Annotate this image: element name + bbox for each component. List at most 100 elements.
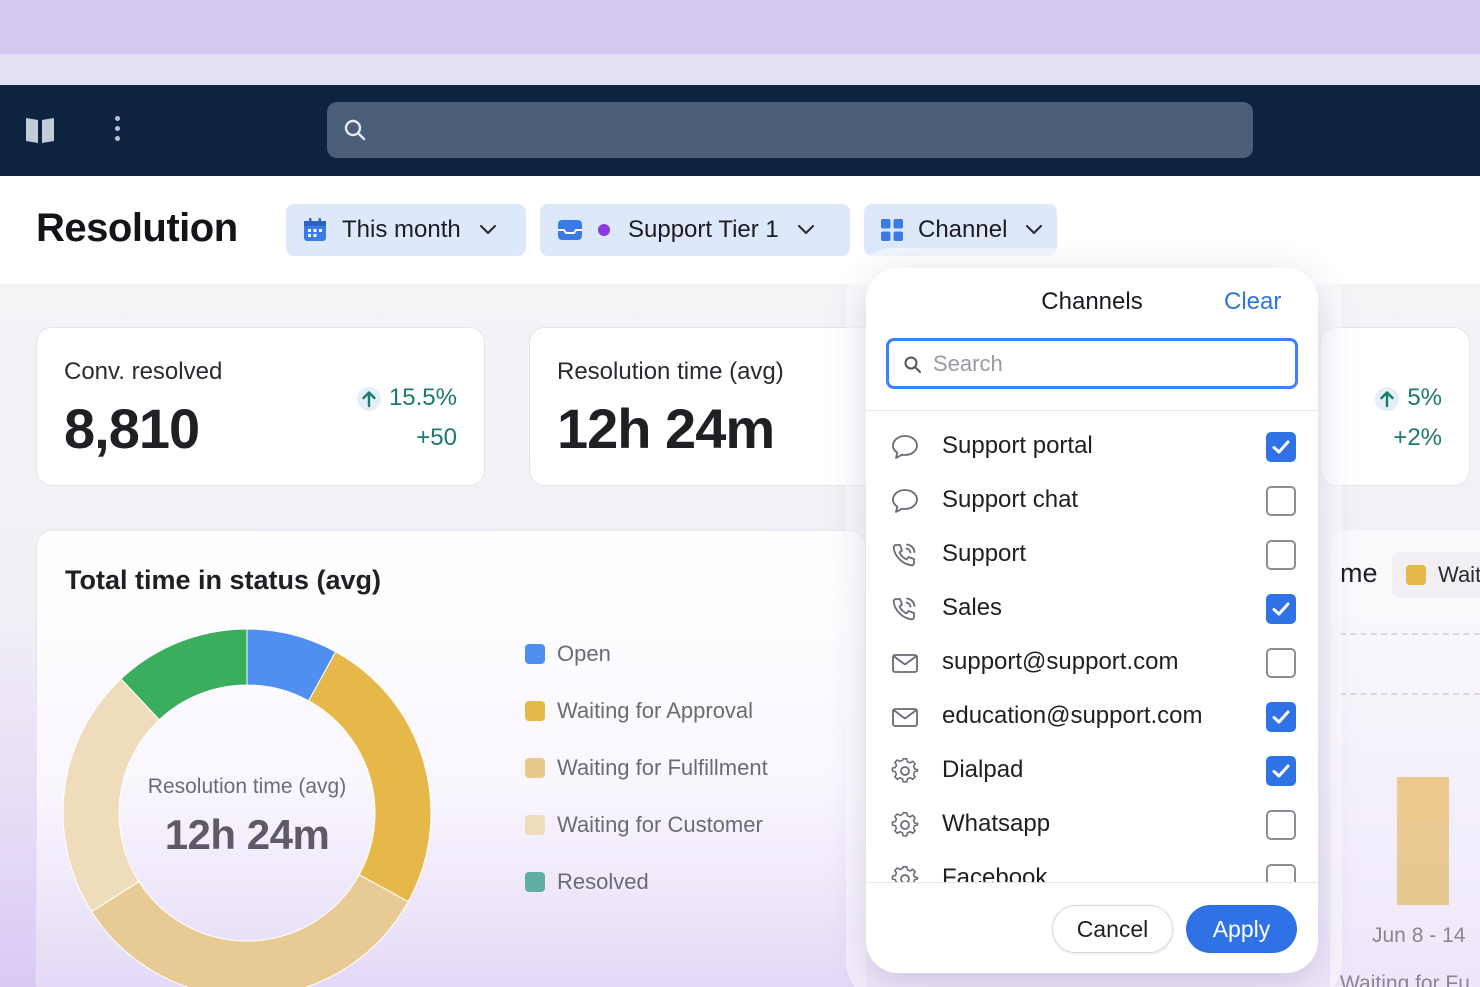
arrow-up-icon <box>1375 386 1400 411</box>
metric-card-conv-resolved: Conv. resolved 8,810 15.5% +50 <box>36 327 485 486</box>
channel-list: Support portal Support chat Support Sale… <box>866 420 1318 882</box>
group-filter-label: Support Tier 1 <box>628 216 779 243</box>
grid-icon <box>880 218 904 242</box>
checkbox[interactable] <box>1266 486 1296 516</box>
channel-item[interactable]: Dialpad <box>866 744 1318 798</box>
channel-label: education@support.com <box>942 702 1203 729</box>
top-band-secondary <box>0 54 1480 85</box>
apply-button[interactable]: Apply <box>1186 905 1297 953</box>
channel-label: Support <box>942 540 1027 567</box>
partial-chart-title: me <box>1340 558 1378 588</box>
checkbox[interactable] <box>1266 432 1296 462</box>
channel-label: Whatsapp <box>942 810 1051 837</box>
channels-popover: Channels Clear Support portal Support ch… <box>866 268 1318 973</box>
channel-label: Sales <box>942 594 1003 621</box>
legend-swatch <box>525 701 545 721</box>
legend-label: Waiting for Fulfillment <box>557 755 768 780</box>
metric-delta-absolute: +2% <box>1393 424 1442 451</box>
metric-delta-percent: 15.5% <box>356 384 457 412</box>
book-icon[interactable] <box>24 115 56 145</box>
checkbox[interactable] <box>1266 810 1296 840</box>
metric-value: 8,810 <box>64 397 200 460</box>
grid-line <box>1340 633 1480 635</box>
group-filter-dropdown[interactable]: Support Tier 1 <box>540 204 850 256</box>
legend-swatch <box>525 758 545 778</box>
phone-icon <box>890 595 920 623</box>
legend-swatch <box>1406 565 1426 585</box>
clear-button[interactable]: Clear <box>1224 288 1281 316</box>
channel-item[interactable]: Support portal <box>866 420 1318 474</box>
checkbox[interactable] <box>1266 864 1296 882</box>
legend-label: Open <box>557 641 611 666</box>
divider <box>866 410 1318 411</box>
mail-icon <box>890 703 920 731</box>
time-in-status-card: Total time in status (avg) Resolution ti… <box>36 530 866 987</box>
navbar <box>0 85 1480 176</box>
chevron-down-icon <box>1025 224 1043 236</box>
partial-chart-card: me Wait Jun 8 - 14 Waiting for Fu <box>1330 530 1480 987</box>
search-icon <box>904 356 921 373</box>
donut-center-label: Resolution time (avg) <box>147 775 347 798</box>
gear-icon <box>890 865 920 882</box>
legend-label: Waiting for Approval <box>557 698 754 723</box>
donut-slice-waiting-for-fulfillment <box>90 873 409 987</box>
chat-bubble-icon <box>890 487 920 515</box>
channel-item[interactable]: education@support.com <box>866 690 1318 744</box>
grid-line <box>1340 693 1480 695</box>
metric-label: Conv. resolved <box>64 358 223 385</box>
channel-filter-label: Channel <box>918 216 1008 243</box>
chevron-down-icon <box>479 224 497 236</box>
donut-center-value: 12h 24m <box>164 811 330 858</box>
legend-swatch <box>525 872 545 892</box>
cancel-button[interactable]: Cancel <box>1052 905 1173 953</box>
global-search-bar[interactable] <box>327 102 1253 158</box>
channel-label: Dialpad <box>942 756 1024 783</box>
arrow-up-icon <box>356 386 381 411</box>
checkbox[interactable] <box>1266 648 1296 678</box>
channel-item[interactable]: support@support.com <box>866 636 1318 690</box>
legend-label: Waiting for Customer <box>557 812 763 837</box>
channel-item[interactable]: Support <box>866 528 1318 582</box>
channel-search-input[interactable] <box>933 349 1273 379</box>
more-vertical-icon[interactable] <box>112 116 122 144</box>
group-color-dot <box>598 224 610 236</box>
channel-item[interactable]: Support chat <box>866 474 1318 528</box>
gear-icon <box>890 757 920 785</box>
chart-title: Total time in status (avg) <box>65 565 382 595</box>
search-icon <box>344 119 366 141</box>
bar-segment <box>1397 777 1449 819</box>
checkbox[interactable] <box>1266 594 1296 624</box>
chat-bubble-icon <box>890 433 920 461</box>
metric-delta-absolute: +50 <box>416 424 457 451</box>
gear-icon <box>890 811 920 839</box>
checkbox[interactable] <box>1266 540 1296 570</box>
top-band <box>0 0 1480 54</box>
checkbox[interactable] <box>1266 756 1296 786</box>
phone-icon <box>890 541 920 569</box>
metric-label: Resolution time (avg) <box>557 358 784 385</box>
partial-legend-label: Waiting for Fu <box>1340 972 1470 987</box>
channel-item[interactable]: Facebook <box>866 852 1318 882</box>
inbox-icon <box>556 218 584 242</box>
donut-chart <box>62 628 432 987</box>
channel-item[interactable]: Whatsapp <box>866 798 1318 852</box>
metric-card-resolution-time: Resolution time (avg) 12h 24m <box>529 327 889 486</box>
channel-item[interactable]: Sales <box>866 582 1318 636</box>
legend-label: Wait <box>1438 562 1480 587</box>
page-title: Resolution <box>36 206 238 250</box>
calendar-icon <box>302 217 328 243</box>
date-filter-dropdown[interactable]: This month <box>286 204 526 256</box>
legend-item-waiting-approval: Waiting for Approval <box>525 698 753 724</box>
date-filter-label: This month <box>342 216 461 243</box>
channel-label: Support chat <box>942 486 1079 513</box>
legend-item-resolved: Resolved <box>525 869 649 895</box>
legend-item-open: Open <box>525 641 611 667</box>
checkbox[interactable] <box>1266 702 1296 732</box>
channel-search-field[interactable] <box>886 338 1298 389</box>
metric-delta-percent-value: 5% <box>1407 384 1442 411</box>
legend-item-waiting-fulfillment: Waiting for Fulfillment <box>525 755 768 781</box>
channel-label: Support portal <box>942 432 1093 459</box>
metric-delta-percent: 5% <box>1375 384 1442 412</box>
metric-card-partial: 5% +2% <box>1320 327 1470 486</box>
mail-icon <box>890 649 920 677</box>
